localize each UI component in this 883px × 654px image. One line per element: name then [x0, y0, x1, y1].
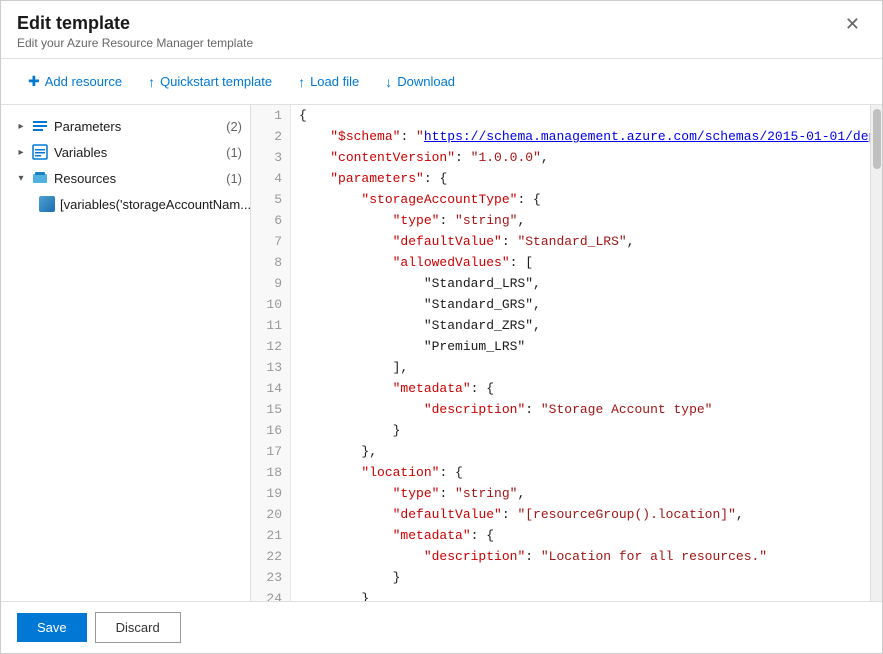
line-number: 5: [251, 189, 290, 210]
scrollbar-thumb[interactable]: [873, 109, 881, 169]
download-button[interactable]: ↓ Download: [374, 68, 466, 96]
variables-count: (1): [223, 145, 243, 160]
dialog-title: Edit template: [17, 13, 253, 34]
code-line: "parameters": {: [299, 168, 870, 189]
load-file-icon: ↑: [298, 74, 305, 90]
code-line: "allowedValues": [: [299, 252, 870, 273]
code-line: "defaultValue": "[resourceGroup().locati…: [299, 504, 870, 525]
line-number: 1: [251, 105, 290, 126]
dialog-subtitle: Edit your Azure Resource Manager templat…: [17, 36, 253, 50]
schema-link[interactable]: https://schema.management.azure.com/sche…: [424, 129, 870, 144]
code-line: "storageAccountType": {: [299, 189, 870, 210]
code-line: {: [299, 105, 870, 126]
code-editor[interactable]: { "$schema": "https://schema.management.…: [291, 105, 870, 601]
code-line: "Standard_LRS",: [299, 273, 870, 294]
download-icon: ↓: [385, 74, 392, 90]
line-number: 12: [251, 336, 290, 357]
parameters-toggle-icon: ▸: [13, 121, 29, 132]
code-line: }: [299, 588, 870, 601]
code-line: "location": {: [299, 462, 870, 483]
parameters-icon: [31, 117, 49, 135]
line-number: 17: [251, 441, 290, 462]
variables-label: Variables: [54, 145, 223, 160]
code-line: "type": "string",: [299, 210, 870, 231]
variables-icon: [31, 143, 49, 161]
quickstart-icon: ↑: [148, 74, 155, 90]
dialog-header: Edit template Edit your Azure Resource M…: [1, 1, 882, 59]
line-number: 4: [251, 168, 290, 189]
resources-icon: [31, 169, 49, 187]
storage-icon: [39, 195, 55, 213]
code-line: "description": "Location for all resourc…: [299, 546, 870, 567]
resources-label: Resources: [54, 171, 223, 186]
line-number: 20: [251, 504, 290, 525]
load-file-label: Load file: [310, 74, 359, 89]
line-number: 2: [251, 126, 290, 147]
line-number: 7: [251, 231, 290, 252]
quickstart-label: Quickstart template: [160, 74, 272, 89]
edit-template-dialog: Edit template Edit your Azure Resource M…: [0, 0, 883, 654]
line-number: 15: [251, 399, 290, 420]
download-label: Download: [397, 74, 455, 89]
add-resource-label: Add resource: [45, 74, 122, 89]
line-numbers: 1234567891011121314151617181920212223242…: [251, 105, 291, 601]
line-number: 14: [251, 378, 290, 399]
sidebar-item-storage[interactable]: [variables('storageAccountNam...: [1, 191, 250, 217]
load-file-button[interactable]: ↑ Load file: [287, 68, 370, 96]
sidebar: ▸ Parameters (2) ▸ Variables (1) ▾: [1, 105, 251, 601]
toolbar: ✚ Add resource ↑ Quickstart template ↑ L…: [1, 59, 882, 105]
code-line: "Standard_GRS",: [299, 294, 870, 315]
code-line: }: [299, 567, 870, 588]
resources-toggle-icon: ▾: [13, 173, 29, 184]
scrollbar-track[interactable]: [870, 105, 882, 601]
add-resource-icon: ✚: [28, 73, 40, 90]
code-line: ],: [299, 357, 870, 378]
sidebar-item-parameters[interactable]: ▸ Parameters (2): [1, 113, 250, 139]
code-line: },: [299, 441, 870, 462]
quickstart-template-button[interactable]: ↑ Quickstart template: [137, 68, 283, 96]
resources-count: (1): [223, 171, 243, 186]
line-number: 22: [251, 546, 290, 567]
line-number: 19: [251, 483, 290, 504]
editor-area: 1234567891011121314151617181920212223242…: [251, 105, 882, 601]
line-number: 13: [251, 357, 290, 378]
code-line: "$schema": "https://schema.management.az…: [299, 126, 870, 147]
line-number: 11: [251, 315, 290, 336]
parameters-label: Parameters: [54, 119, 223, 134]
code-line: "type": "string",: [299, 483, 870, 504]
main-content: ▸ Parameters (2) ▸ Variables (1) ▾: [1, 105, 882, 601]
storage-label: [variables('storageAccountNam...: [60, 197, 251, 212]
sidebar-item-variables[interactable]: ▸ Variables (1): [1, 139, 250, 165]
title-area: Edit template Edit your Azure Resource M…: [17, 13, 253, 50]
line-number: 24: [251, 588, 290, 601]
footer: Save Discard: [1, 601, 882, 653]
code-line: "Standard_ZRS",: [299, 315, 870, 336]
line-number: 10: [251, 294, 290, 315]
code-line: }: [299, 420, 870, 441]
line-number: 23: [251, 567, 290, 588]
line-number: 18: [251, 462, 290, 483]
add-resource-button[interactable]: ✚ Add resource: [17, 67, 133, 96]
line-number: 16: [251, 420, 290, 441]
line-number: 8: [251, 252, 290, 273]
sidebar-item-resources[interactable]: ▾ Resources (1): [1, 165, 250, 191]
line-number: 21: [251, 525, 290, 546]
close-button[interactable]: ✕: [839, 13, 866, 35]
code-line: "defaultValue": "Standard_LRS",: [299, 231, 870, 252]
line-number: 3: [251, 147, 290, 168]
discard-button[interactable]: Discard: [95, 612, 181, 643]
parameters-count: (2): [223, 119, 243, 134]
line-number: 6: [251, 210, 290, 231]
code-line: "contentVersion": "1.0.0.0",: [299, 147, 870, 168]
code-line: "description": "Storage Account type": [299, 399, 870, 420]
code-line: "metadata": {: [299, 525, 870, 546]
line-number: 9: [251, 273, 290, 294]
variables-toggle-icon: ▸: [13, 147, 29, 158]
code-line: "Premium_LRS": [299, 336, 870, 357]
save-button[interactable]: Save: [17, 613, 87, 642]
code-line: "metadata": {: [299, 378, 870, 399]
